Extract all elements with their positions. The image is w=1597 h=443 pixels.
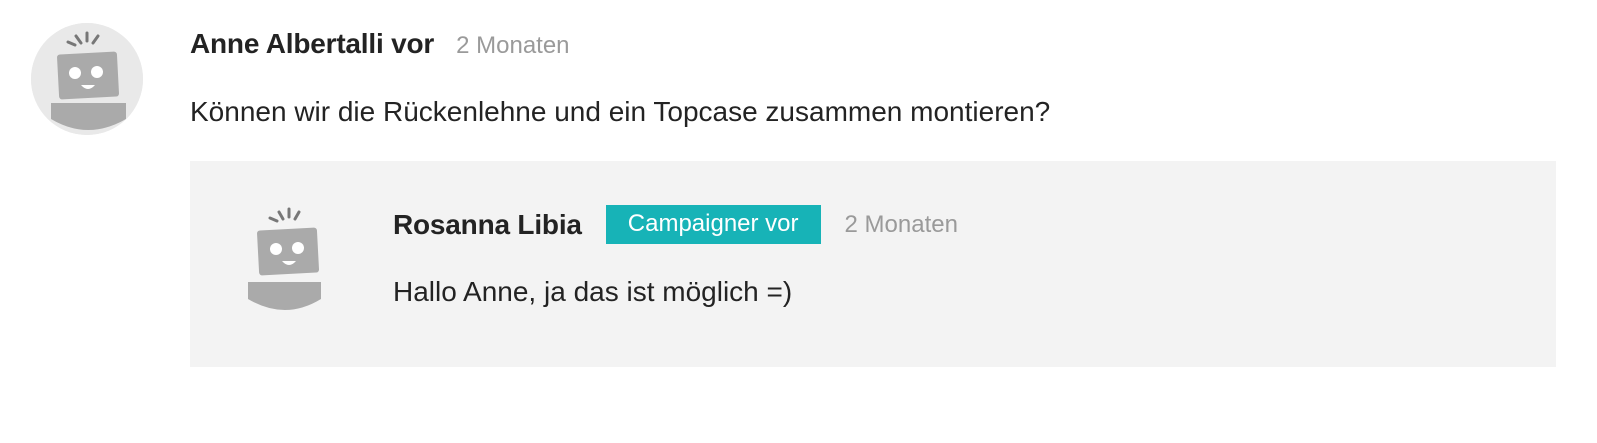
reply-header: Rosanna Libia Campaigner vor 2 Monaten — [393, 205, 958, 244]
comment-timestamp: 2 Monaten — [456, 32, 570, 59]
reply-author[interactable]: Rosanna Libia — [393, 209, 582, 241]
comment-author[interactable]: Anne Albertalli vor — [190, 28, 434, 60]
robot-avatar-icon — [236, 203, 334, 315]
robot-avatar-icon — [31, 23, 143, 135]
reply-text: Hallo Anne, ja das ist möglich =) — [393, 276, 793, 307]
campaigner-badge: Campaigner vor — [605, 205, 821, 244]
comment-text: Können wir die Rückenlehne und ein Topca… — [190, 96, 1051, 127]
comment-header: Anne Albertalli vor 2 Monaten — [190, 28, 570, 60]
reply-container — [190, 161, 1556, 367]
reply-timestamp: 2 Monaten — [844, 210, 958, 238]
comment-thread: Anne Albertalli vor 2 Monaten Können wir… — [0, 0, 1597, 443]
